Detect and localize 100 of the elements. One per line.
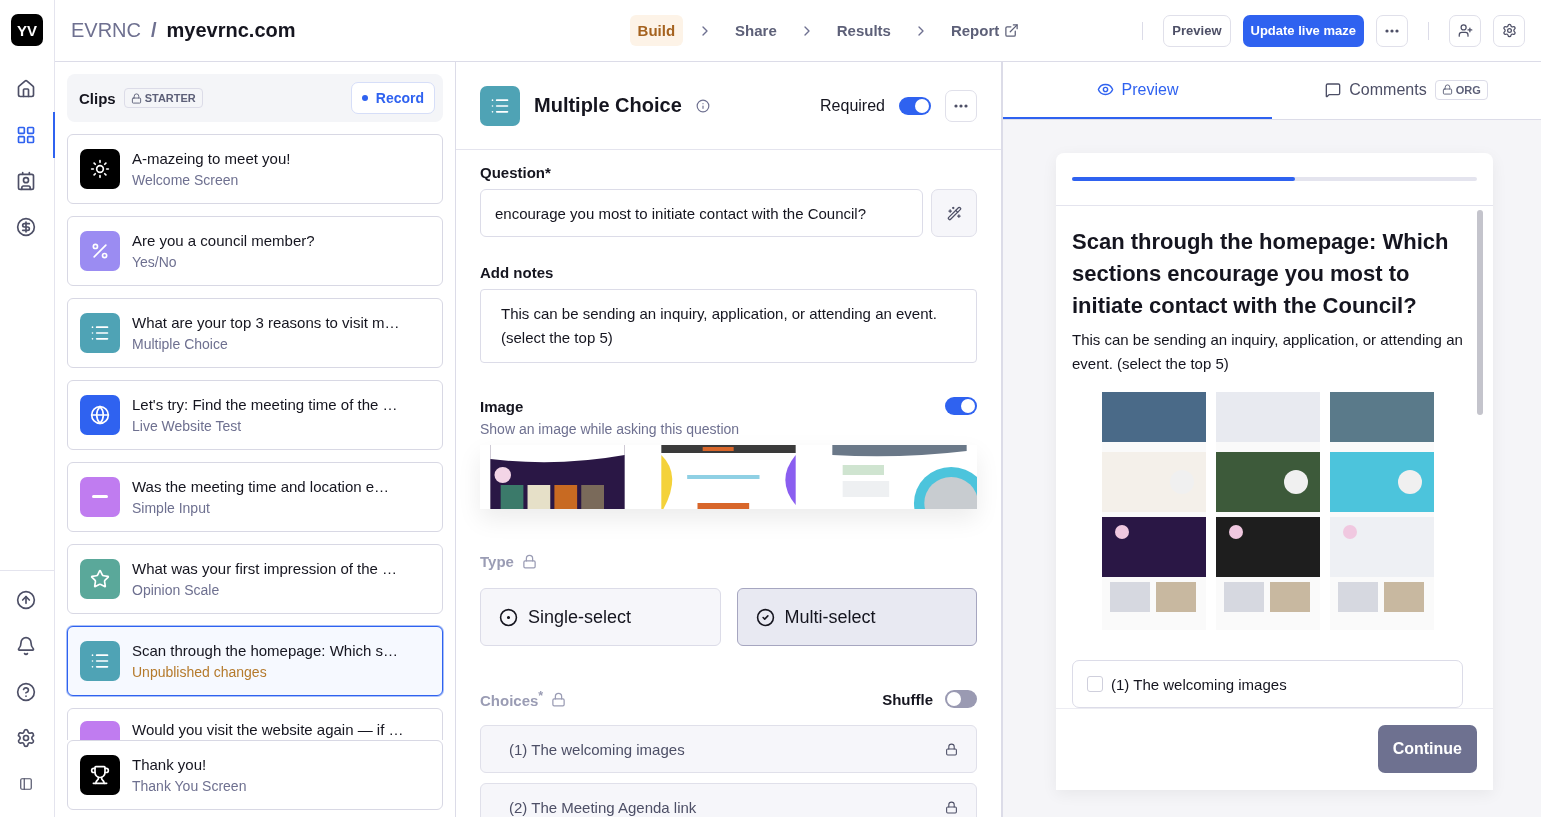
sidebar-toggle-icon: [19, 777, 33, 791]
lock-icon: [945, 742, 958, 756]
contact-book-icon: [16, 171, 36, 191]
type-label: Type: [480, 553, 514, 570]
block-subtitle: Simple Input: [132, 500, 211, 516]
grid-icon: [16, 125, 36, 145]
block-title: Scan through the homepage: Which s…: [132, 642, 398, 659]
required-toggle[interactable]: [899, 96, 931, 115]
block-subtitle: Thank You Screen: [132, 778, 247, 794]
checkbox[interactable]: [1087, 676, 1103, 692]
block-item[interactable]: A-mazeing to meet you! Welcome Screen: [67, 134, 443, 204]
block-type-title: Multiple Choice: [534, 94, 682, 117]
eye-icon: [1096, 81, 1114, 98]
block-title: Let's try: Find the meeting time of the …: [132, 396, 398, 413]
block-subtitle: Multiple Choice: [132, 336, 229, 352]
choices-label: Choices$^{*}$: [480, 689, 544, 709]
notes-field[interactable]: This can be sending an inquiry, application, or attending an event. (select the top 5): [480, 289, 977, 363]
notes-label: Add notes: [480, 264, 555, 281]
bell-icon: [16, 636, 36, 656]
question-notes: This can be sending an inquiry, application, or attending an event. (select the top 5): [1072, 330, 1463, 374]
help-icon: [16, 682, 36, 702]
step-tab[interactable]: Share: [727, 15, 785, 46]
image-label: Image: [480, 397, 524, 415]
percent-icon: [90, 241, 110, 261]
breadcrumb-separator: /: [151, 19, 157, 42]
preview-tab[interactable]: Preview: [1003, 62, 1272, 119]
block-item[interactable]: What was your first impression of the … Opinion Scale: [67, 544, 443, 614]
list-icon: [90, 323, 110, 343]
block-title: A-mazeing to meet you!: [132, 150, 291, 167]
workspace-avatar[interactable]: YV: [11, 14, 43, 46]
type-option[interactable]: Multi-select: [736, 588, 977, 646]
block-item[interactable]: Was the meeting time and location e… Simple Input: [67, 462, 443, 532]
project-name: myevrnc.com: [166, 19, 296, 42]
shuffle-toggle[interactable]: [945, 690, 977, 708]
question-label: Question*: [480, 164, 552, 181]
update-button[interactable]: Update live maze: [1242, 14, 1364, 47]
continue-button[interactable]: Continue: [1377, 725, 1477, 773]
workspace-name[interactable]: EVRNC: [71, 19, 141, 42]
block-title: Are you a council member?: [132, 232, 315, 249]
trophy-icon: [90, 765, 110, 785]
required-label: Required: [820, 96, 885, 115]
lock-icon: [945, 800, 958, 814]
block-title: Was the meeting time and location e…: [132, 478, 390, 495]
block-title: What are your top 3 reasons to visit m…: [132, 314, 400, 331]
answer-option[interactable]: (1) The welcoming images: [1072, 660, 1463, 708]
plan-badge: STARTER: [123, 88, 203, 108]
block-subtitle: Welcome Screen: [132, 172, 240, 188]
info-icon: [695, 98, 710, 113]
preview-tab[interactable]: Comments ORG: [1272, 62, 1541, 119]
block-title: Thank you!: [132, 756, 208, 773]
lock-icon: [521, 554, 537, 569]
block-item[interactable]: Are you a council member? Yes/No: [67, 216, 443, 286]
upload-icon: [16, 590, 36, 610]
block-item[interactable]: Scan through the homepage: Which s… Unpublished changes: [67, 626, 443, 696]
block-item[interactable]: Thank you! Thank You Screen: [67, 740, 443, 810]
shuffle-label: Shuffle: [882, 690, 933, 708]
magic-button[interactable]: [931, 189, 977, 237]
block-item[interactable]: Would you visit the website again — if …: [67, 708, 443, 740]
step-tab[interactable]: Results: [828, 15, 899, 46]
clips-title: Clips: [79, 89, 116, 107]
block-item[interactable]: What are your top 3 reasons to visit m… Multiple Choice: [67, 298, 443, 368]
list-icon: [90, 651, 110, 671]
block-title: Would you visit the website again — if …: [132, 721, 404, 738]
question-title: Scan through the homepage: Which sections encourage you most to initiate contact with the Council?: [1072, 228, 1450, 320]
more-icon: [1385, 28, 1399, 33]
globe-icon: [90, 405, 110, 425]
home-icon: [16, 79, 36, 99]
choice-row[interactable]: (2) The Meeting Agenda link: [480, 783, 977, 817]
settings-icon: [1501, 23, 1517, 38]
preview-button[interactable]: Preview: [1163, 14, 1231, 47]
step-tab[interactable]: Report: [942, 15, 1028, 46]
block-subtitle: Yes/No: [132, 254, 178, 270]
block-title: What was your first impression of the …: [132, 560, 398, 577]
lock-icon: [551, 691, 567, 707]
choice-text: (1) The welcoming images: [509, 740, 685, 758]
step-tab[interactable]: Build: [629, 15, 684, 46]
block-item[interactable]: Let's try: Find the meeting time of the … Live Website Test: [67, 380, 443, 450]
dash-icon: [92, 495, 108, 499]
record-button[interactable]: Record: [350, 82, 435, 114]
comment-icon: [1325, 81, 1342, 98]
question-field[interactable]: encourage you most to initiate contact with the Council?: [480, 189, 923, 237]
image-toggle[interactable]: [945, 397, 977, 415]
user-plus-icon: [1457, 23, 1473, 38]
star-icon: [90, 569, 110, 589]
choice-text: (2) The Meeting Agenda link: [509, 798, 697, 816]
sun-icon: [90, 159, 110, 179]
block-subtitle: Unpublished changes: [132, 664, 268, 680]
settings-button[interactable]: [1493, 14, 1525, 47]
invite-button[interactable]: [1449, 14, 1481, 47]
type-option[interactable]: Single-select: [480, 588, 721, 646]
plan-badge: ORG: [1434, 79, 1488, 100]
check-circle-icon: [755, 607, 775, 627]
block-subtitle: Opinion Scale: [132, 582, 221, 598]
radio-icon: [499, 607, 518, 627]
image-hint: Show an image while asking this question: [480, 421, 741, 437]
wand-icon: [946, 205, 962, 221]
choice-row[interactable]: (1) The welcoming images: [480, 725, 977, 773]
settings-icon: [16, 728, 36, 748]
more-icon: [954, 103, 968, 108]
block-subtitle: Live Website Test: [132, 418, 243, 434]
